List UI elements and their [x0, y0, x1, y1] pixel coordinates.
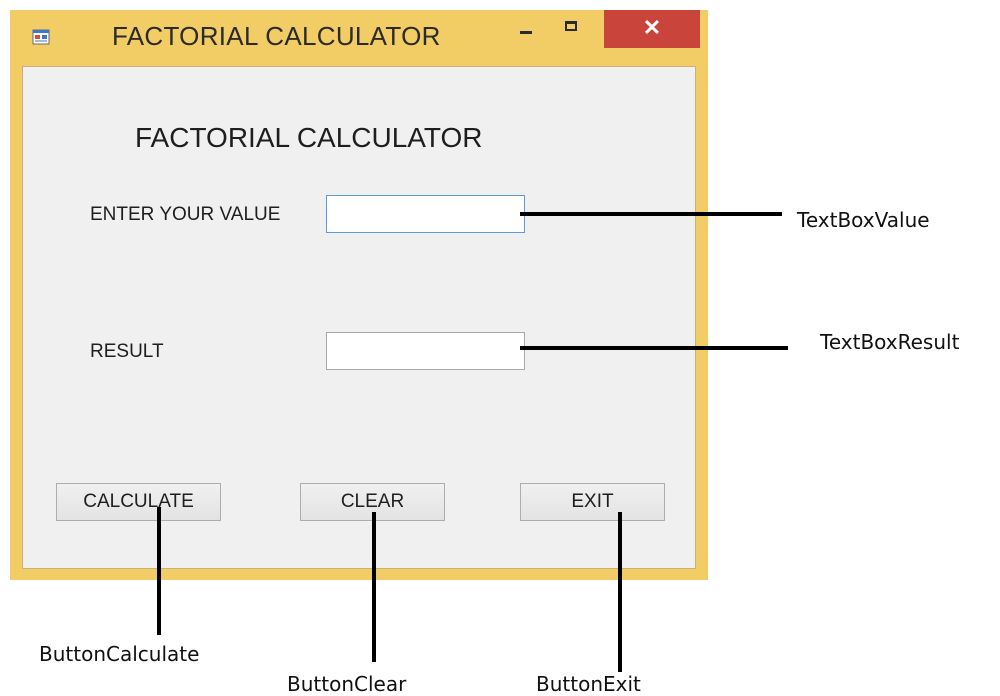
minimize-icon	[520, 31, 532, 34]
result-label: RESULT	[90, 341, 164, 362]
callout-line-textbox-value	[520, 212, 782, 216]
screenshot-canvas: FACTORIAL CALCULATOR ✕ FACTORIAL CALCULA…	[0, 0, 1000, 696]
callout-line-button-clear	[372, 512, 376, 662]
callout-label-textbox-value: TextBoxValue	[797, 208, 930, 232]
callout-label-button-exit: ButtonExit	[536, 672, 641, 696]
calculate-button[interactable]: CALCULATE	[56, 483, 221, 521]
close-button[interactable]: ✕	[604, 10, 700, 48]
minimize-button[interactable]	[504, 10, 550, 46]
callout-line-button-exit	[618, 512, 622, 672]
form-heading: FACTORIAL CALCULATOR	[135, 122, 483, 153]
callout-line-textbox-result	[520, 346, 788, 350]
callout-label-textbox-result: TextBoxResult	[820, 330, 960, 354]
result-input[interactable]	[326, 332, 525, 370]
app-window: FACTORIAL CALCULATOR ✕ FACTORIAL CALCULA…	[10, 10, 708, 580]
title-bar[interactable]: FACTORIAL CALCULATOR ✕	[10, 10, 708, 64]
callout-label-button-clear: ButtonClear	[287, 672, 407, 696]
form-client-area: FACTORIAL CALCULATOR ENTER YOUR VALUE RE…	[22, 66, 696, 569]
callout-label-button-calculate: ButtonCalculate	[39, 642, 200, 666]
value-input[interactable]	[326, 195, 525, 233]
maximize-icon	[565, 21, 577, 31]
app-icon	[32, 29, 50, 45]
value-label: ENTER YOUR VALUE	[90, 204, 281, 225]
close-icon: ✕	[642, 15, 662, 40]
maximize-button[interactable]	[550, 10, 596, 46]
exit-button[interactable]: EXIT	[520, 483, 665, 521]
callout-line-button-calculate	[157, 507, 161, 635]
window-title: FACTORIAL CALCULATOR	[112, 21, 441, 51]
